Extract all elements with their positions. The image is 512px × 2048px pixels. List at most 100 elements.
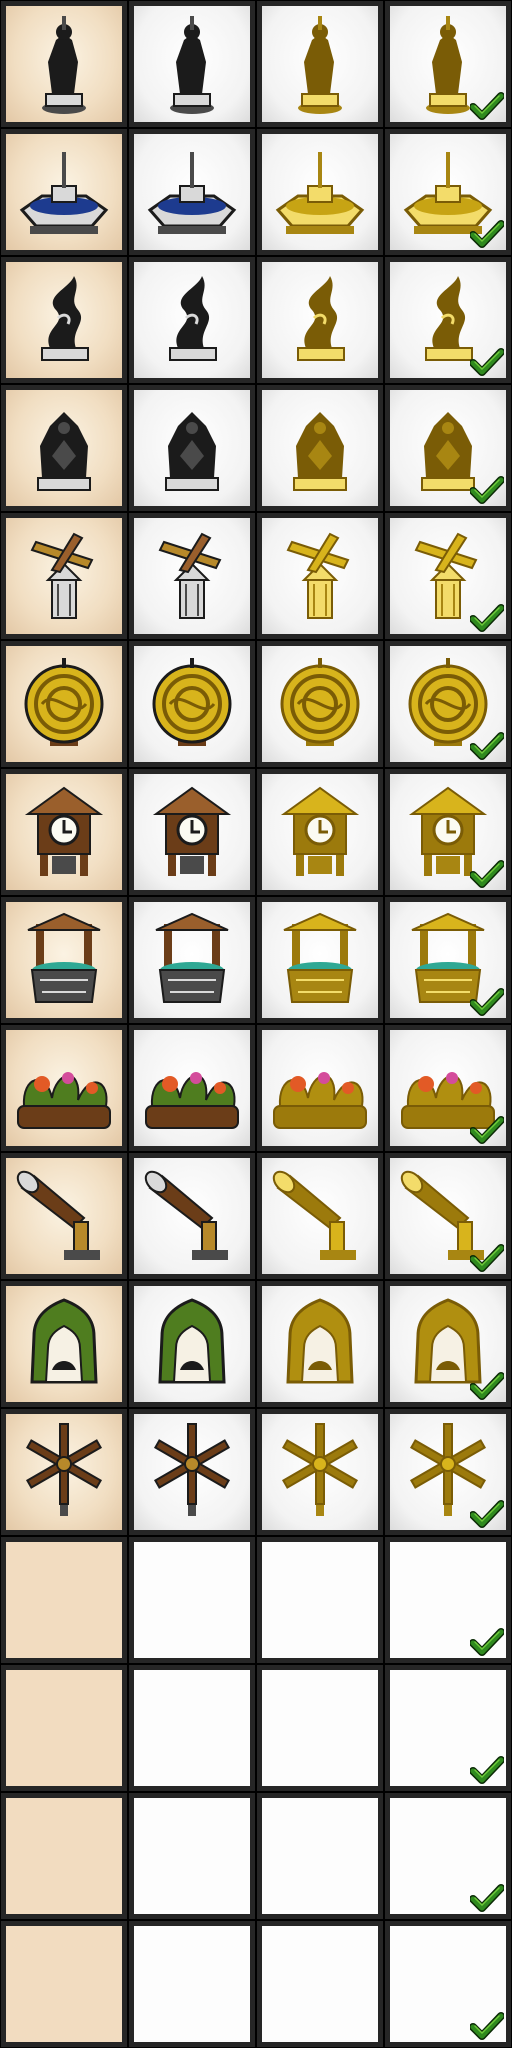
- tile-flower-bed-color: [128, 1024, 256, 1152]
- abstract-sculpture-icon: [169, 276, 217, 361]
- tile-cuckoo-clock-color: [128, 768, 256, 896]
- check-icon: [470, 988, 504, 1016]
- tile-empty-color: [0, 1536, 128, 1664]
- statue-icon: [170, 16, 214, 114]
- tile-medallion-gold: [256, 640, 384, 768]
- windmill-icon: [25, 1423, 103, 1516]
- tile-telescope-gold-check: [384, 1152, 512, 1280]
- tile-medallion-color: [128, 640, 256, 768]
- check-icon: [470, 1500, 504, 1528]
- tile-empty-color: [0, 1664, 128, 1792]
- wishing-well-icon: [27, 912, 101, 1003]
- tile-abstract-sculpture-gold-check: [384, 256, 512, 384]
- tile-empty-gold-check: [384, 1664, 512, 1792]
- check-icon: [470, 1756, 504, 1784]
- shrine-icon: [286, 1298, 354, 1384]
- windmill-icon: [281, 1423, 359, 1516]
- tile-guardian-statue-gold-check: [384, 384, 512, 512]
- tile-empty-color: [0, 1792, 128, 1920]
- tile-wishing-well-color: [128, 896, 256, 1024]
- check-icon: [470, 1628, 504, 1656]
- abstract-sculpture-icon: [41, 276, 89, 361]
- fountain-icon: [147, 152, 237, 234]
- tile-empty-color: [128, 1792, 256, 1920]
- check-icon: [470, 1884, 504, 1912]
- weathervane-icon: [30, 532, 94, 619]
- tile-empty-color: [0, 1920, 128, 2048]
- telescope-icon: [16, 1170, 100, 1260]
- tile-empty-gold: [256, 1536, 384, 1664]
- check-icon: [470, 220, 504, 248]
- cuckoo-clock-icon: [280, 786, 360, 876]
- weathervane-icon: [286, 532, 350, 619]
- guardian-statue-icon: [293, 412, 347, 491]
- check-icon: [470, 604, 504, 632]
- wishing-well-icon: [283, 912, 357, 1003]
- check-icon: [470, 732, 504, 760]
- tile-cuckoo-clock-gold: [256, 768, 384, 896]
- weathervane-icon: [158, 532, 222, 619]
- check-icon: [470, 1116, 504, 1144]
- tile-statue-gold-check: [384, 0, 512, 128]
- tile-cuckoo-clock-color: [0, 768, 128, 896]
- medallion-icon: [280, 658, 360, 746]
- tile-medallion-color: [0, 640, 128, 768]
- fountain-icon: [19, 152, 109, 234]
- tile-empty-gold-check: [384, 1536, 512, 1664]
- tile-flower-bed-gold-check: [384, 1024, 512, 1152]
- cuckoo-clock-icon: [24, 786, 104, 876]
- tile-empty-gold: [256, 1920, 384, 2048]
- medallion-icon: [24, 658, 104, 746]
- tile-empty-gold-check: [384, 1792, 512, 1920]
- shrine-icon: [30, 1298, 98, 1384]
- tile-shrine-color: [0, 1280, 128, 1408]
- cuckoo-clock-icon: [152, 786, 232, 876]
- tile-fountain-color: [0, 128, 128, 256]
- tile-medallion-gold-check: [384, 640, 512, 768]
- tile-windmill-gold-check: [384, 1408, 512, 1536]
- tile-weathervane-gold-check: [384, 512, 512, 640]
- windmill-icon: [153, 1423, 231, 1516]
- tile-fountain-gold-check: [384, 128, 512, 256]
- tile-statue-color: [0, 0, 128, 128]
- tile-empty-gold-check: [384, 1920, 512, 2048]
- tile-flower-bed-gold: [256, 1024, 384, 1152]
- tile-abstract-sculpture-color: [0, 256, 128, 384]
- tile-telescope-color: [0, 1152, 128, 1280]
- flower-bed-icon: [145, 1072, 239, 1129]
- tile-statue-gold: [256, 0, 384, 128]
- guardian-statue-icon: [37, 412, 91, 491]
- tile-empty-gold: [256, 1664, 384, 1792]
- tile-telescope-gold: [256, 1152, 384, 1280]
- tile-shrine-gold-check: [384, 1280, 512, 1408]
- tile-shrine-color: [128, 1280, 256, 1408]
- tile-fountain-gold: [256, 128, 384, 256]
- tile-windmill-color: [128, 1408, 256, 1536]
- tile-abstract-sculpture-gold: [256, 256, 384, 384]
- tile-empty-gold: [256, 1792, 384, 1920]
- abstract-sculpture-icon: [297, 276, 345, 361]
- tile-flower-bed-color: [0, 1024, 128, 1152]
- check-icon: [470, 92, 504, 120]
- tile-weathervane-color: [128, 512, 256, 640]
- tile-windmill-color: [0, 1408, 128, 1536]
- check-icon: [470, 348, 504, 376]
- guardian-statue-icon: [165, 412, 219, 491]
- check-icon: [470, 1372, 504, 1400]
- fountain-icon: [275, 152, 365, 234]
- tile-cuckoo-clock-gold-check: [384, 768, 512, 896]
- tile-empty-color: [128, 1664, 256, 1792]
- telescope-icon: [272, 1170, 356, 1260]
- tile-weathervane-color: [0, 512, 128, 640]
- tile-shrine-gold: [256, 1280, 384, 1408]
- telescope-icon: [144, 1170, 228, 1260]
- tile-weathervane-gold: [256, 512, 384, 640]
- wishing-well-icon: [155, 912, 229, 1003]
- tile-wishing-well-gold: [256, 896, 384, 1024]
- tile-guardian-statue-gold: [256, 384, 384, 512]
- tile-wishing-well-gold-check: [384, 896, 512, 1024]
- shrine-icon: [158, 1298, 226, 1384]
- check-icon: [470, 1244, 504, 1272]
- check-icon: [470, 860, 504, 888]
- medallion-icon: [152, 658, 232, 746]
